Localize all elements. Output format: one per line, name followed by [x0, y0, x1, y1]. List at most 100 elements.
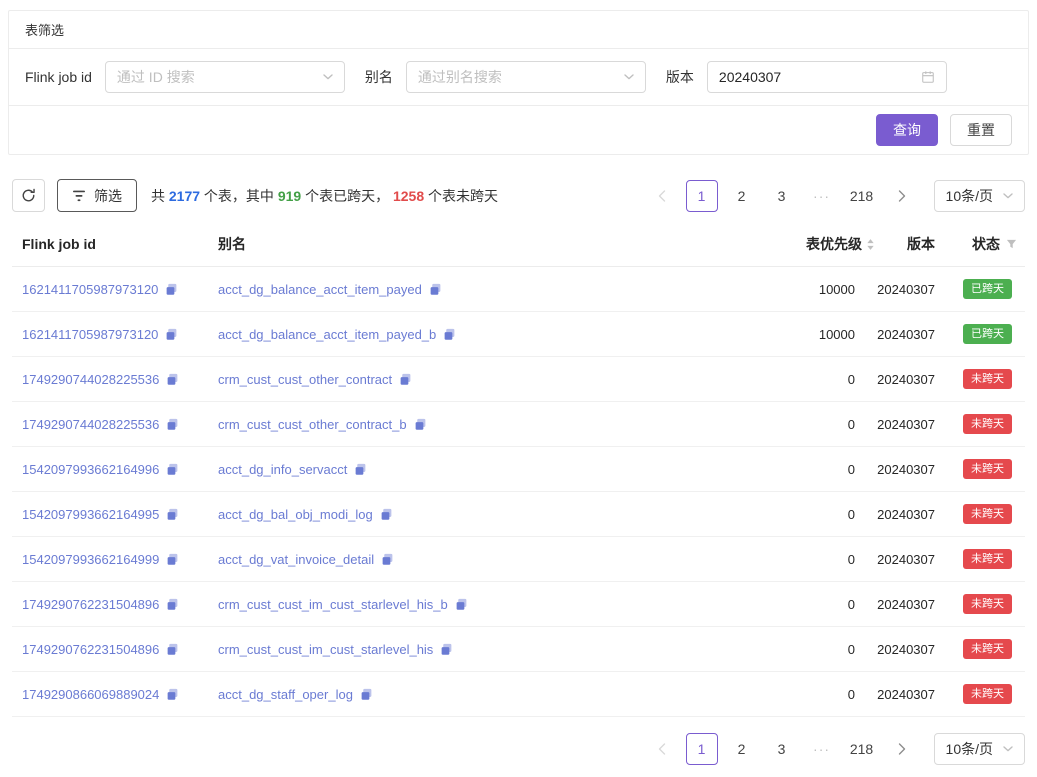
- copy-icon[interactable]: [166, 418, 179, 431]
- alias-link[interactable]: acct_dg_vat_invoice_detail: [218, 552, 374, 567]
- total-count: 2177: [169, 188, 200, 204]
- pagination-page-3[interactable]: 3: [766, 180, 798, 212]
- page: 表筛选 Flink job id 别名: [0, 10, 1037, 765]
- flink-job-id-link[interactable]: 1749290762231504896: [22, 597, 159, 612]
- alias-link[interactable]: acct_dg_bal_obj_modi_log: [218, 507, 373, 522]
- copy-icon[interactable]: [429, 283, 442, 296]
- version-value: 20240307: [875, 282, 940, 297]
- copy-icon[interactable]: [166, 508, 179, 521]
- copy-icon[interactable]: [166, 643, 179, 656]
- column-header-priority[interactable]: 表优先级: [700, 234, 875, 254]
- page-size-select[interactable]: 10条/页: [934, 180, 1025, 212]
- reset-button[interactable]: 重置: [950, 114, 1012, 146]
- copy-icon[interactable]: [360, 688, 373, 701]
- pagination-page-218[interactable]: 218: [846, 180, 878, 212]
- priority-value: 10000: [700, 282, 875, 297]
- alias-input[interactable]: [407, 69, 624, 85]
- flink-job-id-link[interactable]: 1542097993662164999: [22, 552, 159, 567]
- flink-job-id-link[interactable]: 1621411705987973120: [22, 327, 158, 342]
- sorter-icon[interactable]: [866, 238, 875, 251]
- copy-icon[interactable]: [166, 373, 179, 386]
- pagination-page-2[interactable]: 2: [726, 180, 758, 212]
- table-row: 1621411705987973120 acct_dg_balance_acct…: [12, 312, 1025, 357]
- status-badge: 未跨天: [963, 549, 1012, 569]
- column-header-alias: 别名: [208, 234, 700, 254]
- alias-link[interactable]: crm_cust_cust_other_contract: [218, 372, 392, 387]
- version-value: 20240307: [875, 372, 940, 387]
- flink-job-id-link[interactable]: 1621411705987973120: [22, 282, 158, 297]
- copy-icon[interactable]: [165, 283, 178, 296]
- pagination-page-3[interactable]: 3: [766, 733, 798, 765]
- copy-icon[interactable]: [399, 373, 412, 386]
- alias-link[interactable]: acct_dg_info_servacct: [218, 462, 347, 477]
- copy-icon[interactable]: [166, 463, 179, 476]
- version-input[interactable]: [708, 69, 921, 85]
- pagination-next[interactable]: [886, 733, 918, 765]
- filter-fields-row: Flink job id 别名 版本: [9, 49, 1028, 106]
- pagination-ellipsis[interactable]: ···: [806, 180, 838, 212]
- data-table: Flink job id 别名 表优先级 版本 状态 1621411705987…: [12, 228, 1025, 717]
- pagination-page-218[interactable]: 218: [846, 733, 878, 765]
- pagination-page-2[interactable]: 2: [726, 733, 758, 765]
- flink-job-id-link[interactable]: 1542097993662164996: [22, 462, 159, 477]
- pagination-bottom: 1 2 3 ··· 218 10条/页: [646, 733, 1025, 765]
- pagination-next[interactable]: [886, 180, 918, 212]
- alias-link[interactable]: acct_dg_balance_acct_item_payed: [218, 282, 422, 297]
- toolbar: 筛选 共 2177 个表，其中 919 个表已跨天， 1258 个表未跨天 1 …: [12, 179, 1025, 212]
- version-value: 20240307: [875, 642, 940, 657]
- pagination-ellipsis[interactable]: ···: [806, 733, 838, 765]
- flink-job-id-link[interactable]: 1542097993662164995: [22, 507, 159, 522]
- flink-job-id-link[interactable]: 1749290762231504896: [22, 642, 159, 657]
- status-badge: 未跨天: [963, 594, 1012, 614]
- copy-icon[interactable]: [166, 598, 179, 611]
- version-label: 版本: [666, 67, 694, 87]
- version-value: 20240307: [875, 417, 940, 432]
- alias-select[interactable]: [406, 61, 646, 93]
- copy-icon[interactable]: [455, 598, 468, 611]
- priority-value: 0: [700, 552, 875, 567]
- column-header-status: 状态: [940, 234, 1025, 254]
- page-size-select[interactable]: 10条/页: [934, 733, 1025, 765]
- pagination-prev[interactable]: [646, 180, 678, 212]
- flink-job-id-link[interactable]: 1749290744028225536: [22, 417, 159, 432]
- pagination-page-1[interactable]: 1: [686, 733, 718, 765]
- table-row: 1621411705987973120 acct_dg_balance_acct…: [12, 267, 1025, 312]
- alias-link[interactable]: crm_cust_cust_im_cust_starlevel_his_b: [218, 597, 448, 612]
- flink-job-id-select[interactable]: [105, 61, 345, 93]
- table-row: 1749290762231504896 crm_cust_cust_im_cus…: [12, 627, 1025, 672]
- pagination-prev[interactable]: [646, 733, 678, 765]
- copy-icon[interactable]: [414, 418, 427, 431]
- filter-button[interactable]: 筛选: [57, 179, 137, 212]
- copy-icon[interactable]: [443, 328, 456, 341]
- copy-icon[interactable]: [440, 643, 453, 656]
- flink-job-id-input[interactable]: [106, 69, 323, 85]
- flink-job-id-label: Flink job id: [25, 69, 92, 85]
- copy-icon[interactable]: [380, 508, 393, 521]
- version-value: 20240307: [875, 507, 940, 522]
- alias-link[interactable]: acct_dg_staff_oper_log: [218, 687, 353, 702]
- version-value: 20240307: [875, 597, 940, 612]
- query-button[interactable]: 查询: [876, 114, 938, 146]
- refresh-button[interactable]: [12, 179, 45, 212]
- column-filter-icon[interactable]: [1006, 239, 1017, 250]
- copy-icon[interactable]: [166, 553, 179, 566]
- pagination-page-1[interactable]: 1: [686, 180, 718, 212]
- copy-icon[interactable]: [165, 328, 178, 341]
- status-badge: 未跨天: [963, 369, 1012, 389]
- copy-icon[interactable]: [354, 463, 367, 476]
- version-date-picker[interactable]: [707, 61, 947, 93]
- copy-icon[interactable]: [166, 688, 179, 701]
- chevron-down-icon: [323, 74, 333, 80]
- crossed-count: 919: [278, 188, 301, 204]
- status-badge: 已跨天: [963, 324, 1012, 344]
- alias-link[interactable]: acct_dg_balance_acct_item_payed_b: [218, 327, 436, 342]
- flink-job-id-link[interactable]: 1749290744028225536: [22, 372, 159, 387]
- copy-icon[interactable]: [381, 553, 394, 566]
- status-badge: 未跨天: [963, 684, 1012, 704]
- alias-link[interactable]: crm_cust_cust_im_cust_starlevel_his: [218, 642, 433, 657]
- page-size-label: 10条/页: [946, 739, 993, 759]
- flink-job-id-link[interactable]: 1749290866069889024: [22, 687, 159, 702]
- alias-link[interactable]: crm_cust_cust_other_contract_b: [218, 417, 407, 432]
- calendar-icon: [921, 70, 935, 84]
- chevron-down-icon: [1003, 746, 1013, 752]
